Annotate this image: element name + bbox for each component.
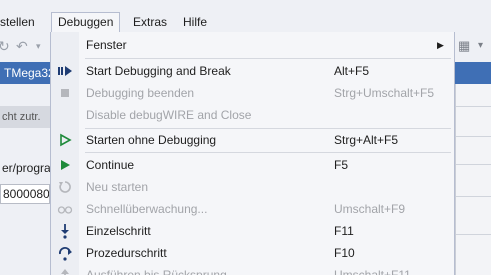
document-tab[interactable]: TMega32: [0, 62, 50, 84]
menu-item-label: Fenster: [86, 38, 127, 52]
menu-item-label: Ausführen bis Rücksprung: [86, 268, 227, 275]
menu-erstellen[interactable]: rstellen: [0, 12, 41, 32]
divider: [456, 106, 491, 107]
divider: [456, 234, 491, 235]
menu-item-label: Prozedurschritt: [86, 246, 167, 260]
menu-item-shortcut: Alt+F5: [334, 64, 370, 78]
address-field[interactable]: 80000807: [0, 184, 50, 204]
menu-bar: rstellen Debuggen Extras Hilfe: [0, 12, 491, 33]
dropdown-arrow-icon[interactable]: ▾: [36, 41, 41, 52]
submenu-arrow-icon: ▶: [437, 40, 444, 50]
grid-icon[interactable]: ▦: [458, 38, 470, 54]
menu-hilfe[interactable]: Hilfe: [177, 12, 213, 32]
step-over-icon: [57, 245, 73, 261]
right-panel: [455, 84, 491, 275]
redo-icon[interactable]: ↻: [0, 38, 10, 55]
menu-item-label: Start Debugging and Break: [86, 64, 231, 78]
tab-strip-right: [455, 62, 491, 84]
menu-item-shortcut: F5: [334, 158, 349, 172]
menu-item-label: Einzelschritt: [86, 224, 151, 238]
menu-item-shortcut: Umschalt+F11: [334, 268, 411, 275]
menu-item-label: Debugging beenden: [86, 86, 195, 100]
menu-item-label: Disable debugWIRE and Close: [86, 108, 252, 122]
undo-icon[interactable]: ↶: [16, 38, 28, 55]
divider: [456, 164, 491, 165]
stop-icon: [57, 85, 73, 101]
menu-item-shortcut: Strg+Umschalt+F5: [334, 86, 435, 100]
divider: [456, 136, 491, 137]
menu-item-prozedurschritt[interactable]: Prozedurschritt F10: [51, 242, 454, 264]
play-icon: [57, 157, 73, 173]
menu-item-label: Starten ohne Debugging: [86, 133, 217, 147]
debuggen-dropdown-menu: Fenster ▶ Start Debugging and Break Alt+…: [50, 32, 455, 275]
left-panel: cht zutr. er/progra 80000807: [0, 84, 50, 275]
menu-item-starten-ohne-debugging[interactable]: Starten ohne Debugging Strg+Alt+F5: [51, 129, 454, 151]
menu-item-continue[interactable]: Continue F5: [51, 154, 454, 176]
menu-item-fenster[interactable]: Fenster ▶: [51, 34, 454, 56]
field-not-applicable: cht zutr.: [0, 106, 50, 128]
menu-item-einzelschritt[interactable]: Einzelschritt F11: [51, 220, 454, 242]
menu-item-debugging-beenden[interactable]: Debugging beenden Strg+Umschalt+F5: [51, 82, 454, 104]
menu-item-schnellueberwachung[interactable]: Schnellüberwachung... Umschalt+F9: [51, 198, 454, 220]
path-label: er/progra: [2, 161, 50, 175]
menu-extras[interactable]: Extras: [127, 12, 173, 32]
menu-item-neu-starten[interactable]: Neu starten: [51, 176, 454, 198]
restart-icon: [57, 179, 73, 195]
menu-item-shortcut: Strg+Alt+F5: [334, 133, 399, 147]
menu-debuggen[interactable]: Debuggen: [51, 12, 121, 33]
menu-item-label: Continue: [86, 158, 135, 172]
menu-item-label: Schnellüberwachung...: [86, 202, 208, 216]
menu-item-ausfuehren-bis-ruecksprung[interactable]: Ausführen bis Rücksprung Umschalt+F11: [51, 264, 454, 275]
divider: [456, 196, 491, 197]
menu-item-shortcut: F11: [334, 224, 354, 238]
menu-separator: [85, 58, 451, 59]
menu-separator: [85, 152, 451, 153]
play-outline-icon: [57, 132, 73, 148]
menu-item-start-debugging-and-break[interactable]: Start Debugging and Break Alt+F5: [51, 60, 454, 82]
menu-item-label: Neu starten: [86, 180, 149, 194]
step-out-icon: [57, 267, 73, 275]
toolbar-overflow-icon[interactable]: ▾: [478, 40, 483, 51]
menu-item-shortcut: Umschalt+F9: [334, 202, 406, 216]
menu-item-disable-debugwire[interactable]: Disable debugWIRE and Close: [51, 104, 454, 126]
glasses-icon: [57, 201, 73, 217]
start-debugging-break-icon: [57, 63, 73, 79]
step-into-icon: [57, 223, 73, 239]
menu-item-shortcut: F10: [334, 246, 355, 260]
